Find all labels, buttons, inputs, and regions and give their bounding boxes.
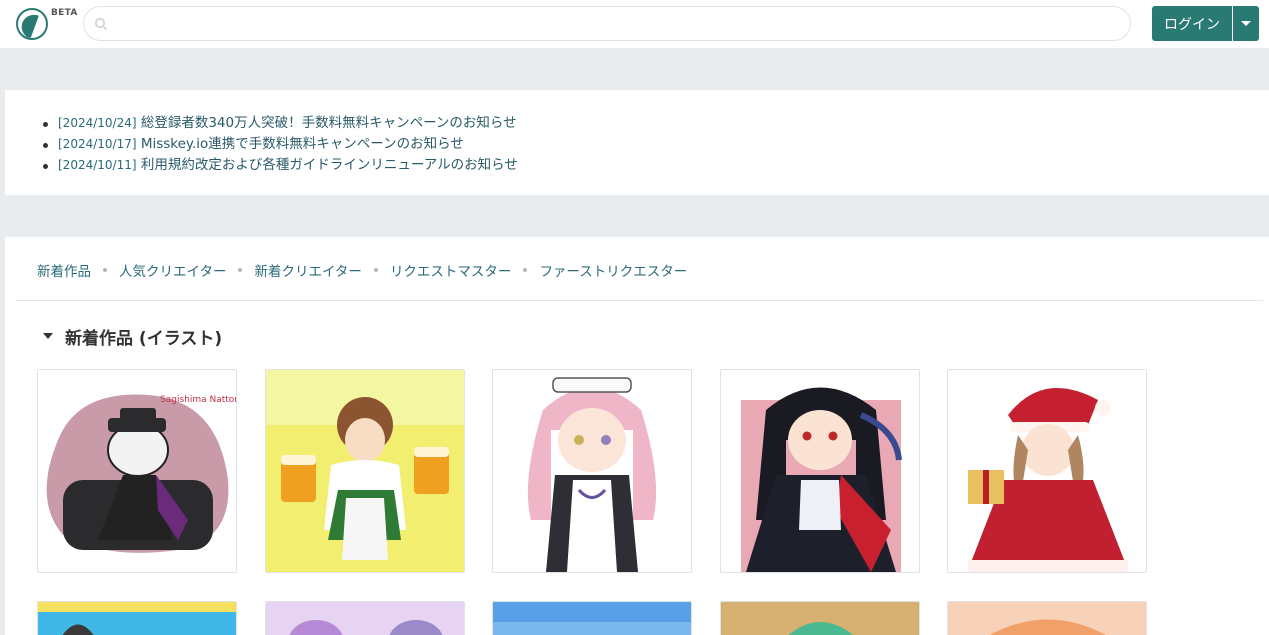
artwork-thumbnail-icon xyxy=(38,602,236,635)
login-button[interactable]: ログイン xyxy=(1152,6,1232,41)
artwork-card[interactable] xyxy=(720,601,920,635)
nav-first-requester[interactable]: ファーストリクエスター xyxy=(539,260,687,280)
search-bar[interactable] xyxy=(83,6,1131,41)
separator-dot xyxy=(103,268,107,272)
artwork-thumbnail-icon xyxy=(266,370,464,572)
separator-dot xyxy=(523,268,528,272)
artwork-thumbnail-icon xyxy=(493,602,691,635)
divider xyxy=(16,300,1263,301)
announcement-title[interactable]: Misskey.io連携で手数料無料キャンペーンのお知らせ xyxy=(137,136,464,152)
category-nav: 新着作品 人気クリエイター 新着クリエイター リクエストマスター ファーストリク… xyxy=(37,260,687,280)
announcement-date: [2024/10/17] xyxy=(58,137,137,151)
artwork-thumbnail-icon xyxy=(493,370,691,572)
artwork-thumbnail-icon xyxy=(721,602,919,635)
artwork-card[interactable] xyxy=(720,369,920,573)
collapse-caret-icon[interactable] xyxy=(43,333,53,339)
section-title: 新着作品 (イラスト) xyxy=(65,329,223,349)
artwork-thumbnail-icon xyxy=(721,370,919,572)
search-input[interactable] xyxy=(116,13,1116,35)
beta-badge: BETA xyxy=(51,8,78,18)
login-menu-dropdown-button[interactable] xyxy=(1233,6,1259,41)
artwork-card[interactable] xyxy=(947,369,1147,573)
announcement-title[interactable]: 総登録者数340万人突破！手数料無料キャンペーンのお知らせ xyxy=(137,115,517,131)
artwork-thumbnail-icon xyxy=(266,602,464,635)
artwork-thumbnail-icon xyxy=(948,602,1146,635)
nav-popular-creators[interactable]: 人気クリエイター xyxy=(119,260,226,280)
announcement-date: [2024/10/24] xyxy=(58,116,137,130)
artwork-card[interactable] xyxy=(947,601,1147,635)
artwork-caption: Sagishima Nattoriさんへ xyxy=(160,394,236,405)
artwork-card[interactable] xyxy=(492,369,692,573)
announcement-title[interactable]: 利用規約改定および各種ガイドラインリニューアルのお知らせ xyxy=(137,157,518,173)
nav-request-master[interactable]: リクエストマスター xyxy=(390,260,512,280)
announcements-panel: [2024/10/24] 総登録者数340万人突破！手数料無料キャンペーンのお知… xyxy=(5,90,1269,195)
announcement-item[interactable]: [2024/10/24] 総登録者数340万人突破！手数料無料キャンペーンのお知… xyxy=(43,113,518,134)
nav-new-creators[interactable]: 新着クリエイター xyxy=(254,260,361,280)
artwork-card[interactable] xyxy=(37,601,237,635)
nav-new-works[interactable]: 新着作品 xyxy=(37,260,91,280)
artwork-card[interactable] xyxy=(492,601,692,635)
separator-dot xyxy=(238,268,243,272)
artwork-thumbnail-icon xyxy=(948,370,1146,572)
site-logo-icon[interactable] xyxy=(16,8,48,40)
chevron-down-icon xyxy=(1241,21,1251,26)
artwork-card[interactable] xyxy=(265,601,465,635)
search-icon xyxy=(94,17,108,31)
announcement-list: [2024/10/24] 総登録者数340万人突破！手数料無料キャンペーンのお知… xyxy=(43,113,518,176)
announcement-date: [2024/10/11] xyxy=(58,158,137,172)
announcement-item[interactable]: [2024/10/17] Misskey.io連携で手数料無料キャンペーンのお知… xyxy=(43,134,518,155)
top-bar: BETA ログイン xyxy=(0,0,1269,48)
artwork-thumbnail-icon: Sagishima Nattoriさんへ xyxy=(38,370,236,572)
artwork-card[interactable]: Sagishima Nattoriさんへ xyxy=(37,369,237,573)
artwork-card[interactable] xyxy=(265,369,465,573)
separator-dot xyxy=(373,268,378,272)
announcement-item[interactable]: [2024/10/11] 利用規約改定および各種ガイドラインリニューアルのお知ら… xyxy=(43,155,518,176)
